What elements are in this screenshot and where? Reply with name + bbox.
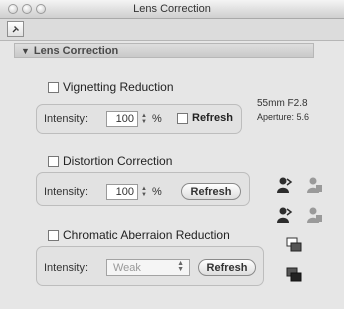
- chromatic-checkbox[interactable]: [48, 229, 59, 241]
- chromatic-selected-value: Weak: [113, 261, 141, 274]
- person-disabled-icon[interactable]: [305, 176, 323, 194]
- distortion-refresh-button[interactable]: Refresh: [181, 183, 241, 200]
- window-title: Lens Correction: [133, 3, 211, 15]
- person-disabled-icon-2[interactable]: [305, 206, 323, 224]
- toolbar: [0, 19, 344, 41]
- section-header-lens-correction[interactable]: ▼ Lens Correction: [14, 43, 314, 58]
- person-icon[interactable]: [275, 176, 293, 194]
- chromatic-checkbox-row[interactable]: Chromatic Aberraion Reduction: [48, 228, 230, 242]
- distortion-intensity-label: Intensity:: [44, 186, 89, 198]
- distortion-checkbox[interactable]: [48, 155, 59, 167]
- vignetting-unit: %: [152, 113, 162, 125]
- distortion-intensity-input[interactable]: 100: [106, 184, 138, 200]
- vignetting-refresh-checkbox-row[interactable]: Refresh: [177, 112, 233, 124]
- distortion-intensity-stepper[interactable]: ▲ ▼: [140, 184, 148, 200]
- chromatic-intensity-select[interactable]: Weak ▲ ▼: [106, 259, 190, 276]
- chromatic-intensity-label: Intensity:: [44, 262, 89, 274]
- vignetting-intensity-stepper[interactable]: ▲ ▼: [140, 111, 148, 127]
- pin-icon: [12, 26, 19, 33]
- distortion-unit: %: [152, 186, 162, 198]
- select-arrows-icon: ▲ ▼: [177, 260, 184, 273]
- vignetting-label: Vignetting Reduction: [63, 80, 174, 94]
- pin-button[interactable]: [7, 21, 24, 37]
- distortion-checkbox-row[interactable]: Distortion Correction: [48, 154, 172, 168]
- chromatic-label: Chromatic Aberraion Reduction: [63, 228, 230, 242]
- section-title: Lens Correction: [33, 44, 119, 57]
- lens-focal-info: 55mm F2.8: [257, 98, 308, 109]
- disclosure-triangle-icon[interactable]: ▼: [21, 46, 30, 56]
- chromatic-refresh-button[interactable]: Refresh: [198, 259, 256, 276]
- person-icon-2[interactable]: [275, 206, 293, 224]
- lens-correction-window: Lens Correction ▼ Lens Correction Vignet…: [0, 0, 344, 309]
- paste-icon[interactable]: [285, 266, 303, 284]
- copy-icon[interactable]: [285, 236, 303, 254]
- distortion-label: Distortion Correction: [63, 154, 173, 168]
- vignetting-intensity-input[interactable]: 100: [106, 111, 138, 127]
- vignetting-refresh-label: Refresh: [192, 112, 233, 124]
- vignetting-refresh-checkbox[interactable]: [177, 112, 188, 124]
- vignetting-checkbox[interactable]: [48, 81, 59, 93]
- lens-aperture-info: Aperture: 5.6: [257, 112, 310, 122]
- vignetting-intensity-label: Intensity:: [44, 113, 89, 125]
- vignetting-checkbox-row[interactable]: Vignetting Reduction: [48, 80, 174, 94]
- title-bar: Lens Correction: [0, 0, 344, 19]
